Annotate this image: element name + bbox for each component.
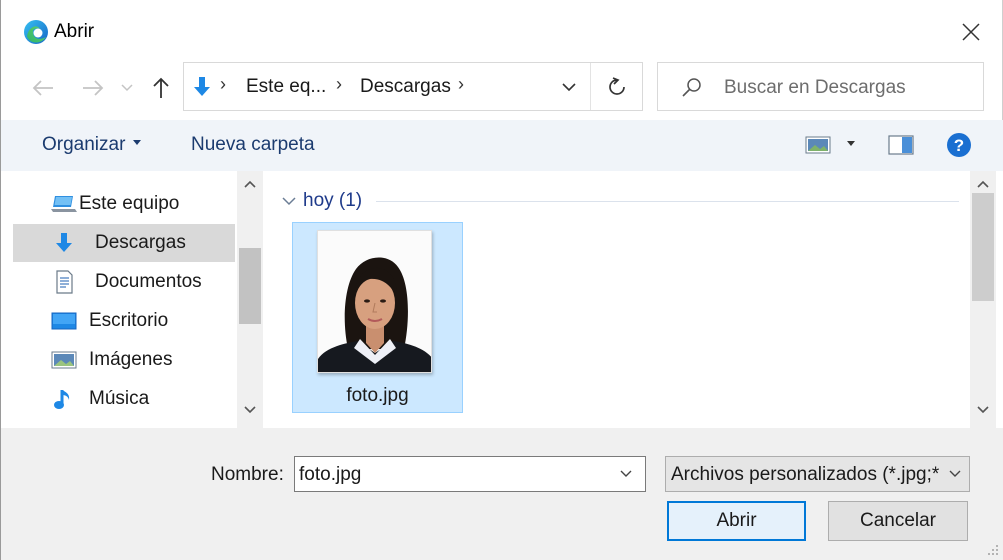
scroll-up-button[interactable] <box>975 177 991 191</box>
change-view-button[interactable] <box>805 132 859 158</box>
back-button[interactable] <box>27 74 59 102</box>
organize-label: Organizar <box>42 134 126 155</box>
document-icon <box>51 269 77 295</box>
file-list-scrollbar[interactable] <box>970 171 996 428</box>
caret-down-icon <box>847 140 855 146</box>
view-thumbnail-icon <box>805 136 831 154</box>
dialog-footer: Nombre: Archivos personalizados (*.jpg;*… <box>1 428 1003 560</box>
group-divider <box>376 200 959 202</box>
resize-grip-icon[interactable] <box>985 542 999 556</box>
breadcrumb-separator: › <box>220 74 226 94</box>
scroll-down-button[interactable] <box>242 403 258 417</box>
help-icon[interactable]: ? <box>945 131 973 159</box>
file-name-label: Nombre: <box>211 464 284 485</box>
search-icon <box>682 78 701 97</box>
open-button[interactable]: Abrir <box>667 501 806 541</box>
sidebar-item-documentos[interactable]: Documentos <box>13 263 235 301</box>
help-glyph: ? <box>954 136 964 155</box>
sidebar-item-escritorio[interactable]: Escritorio <box>13 302 235 340</box>
chevron-down-icon <box>620 470 632 477</box>
chevron-up-icon <box>244 180 256 188</box>
photo-thumbnail <box>317 230 432 373</box>
breadcrumb-separator: › <box>336 74 342 94</box>
file-type-value: Archivos personalizados (*.jpg;* <box>671 464 940 485</box>
download-arrow-icon <box>194 77 210 96</box>
organize-menu-button[interactable]: Organizar <box>42 134 142 156</box>
close-icon <box>962 23 980 41</box>
group-label: hoy (1) <box>303 190 363 211</box>
chevron-down-icon <box>121 84 133 92</box>
portrait-photo-icon <box>318 231 431 372</box>
up-button[interactable] <box>145 72 177 104</box>
address-divider <box>590 63 591 110</box>
computer-icon <box>51 191 77 217</box>
open-file-dialog: Abrir › Este eq... › Descargas › Buscar … <box>0 0 1003 560</box>
command-toolbar: Organizar Nueva carpeta ? <box>1 120 1003 171</box>
file-type-select[interactable]: Archivos personalizados (*.jpg;* <box>665 456 970 492</box>
group-header[interactable]: hoy (1) <box>279 189 959 213</box>
search-placeholder: Buscar en Descargas <box>724 77 906 98</box>
breadcrumb-descargas[interactable]: Descargas <box>360 76 451 98</box>
breadcrumb-este-equipo[interactable]: Este eq... <box>246 76 326 98</box>
pictures-icon <box>51 347 77 373</box>
file-item-foto[interactable]: foto.jpg <box>292 222 463 413</box>
file-name-combobox[interactable] <box>294 456 646 492</box>
chevron-down-icon <box>562 82 576 91</box>
navigation-scrollbar[interactable] <box>237 171 263 428</box>
sidebar-item-imagenes[interactable]: Imágenes <box>13 341 235 379</box>
file-name-input[interactable] <box>299 462 599 488</box>
arrow-left-icon <box>32 80 53 96</box>
scrollbar-thumb[interactable] <box>239 248 261 324</box>
recent-locations-button[interactable] <box>117 76 137 100</box>
dialog-title: Abrir <box>54 21 95 42</box>
file-name-dropdown-button[interactable] <box>617 466 635 482</box>
sidebar-item-label: Imágenes <box>89 349 173 370</box>
chevron-down-icon <box>977 406 989 414</box>
file-list-pane: hoy (1) foto.jpg <box>263 171 1003 428</box>
title-bar: Abrir <box>1 0 1003 60</box>
address-bar[interactable]: › Este eq... › Descargas › <box>183 62 643 111</box>
navigation-pane: Este equipo Descargas Documentos Escrito… <box>1 171 263 428</box>
sidebar-item-label: Descargas <box>95 232 186 253</box>
breadcrumb-separator: › <box>458 74 464 94</box>
scroll-up-button[interactable] <box>242 177 258 191</box>
file-name: foto.jpg <box>346 385 409 406</box>
desktop-icon <box>51 308 77 334</box>
arrow-up-icon <box>153 77 169 98</box>
search-box[interactable]: Buscar en Descargas <box>657 62 984 111</box>
scrollbar-thumb[interactable] <box>972 193 994 301</box>
forward-button[interactable] <box>77 74 109 102</box>
new-folder-button[interactable]: Nueva carpeta <box>191 134 315 156</box>
sidebar-item-musica[interactable]: Música <box>13 380 235 418</box>
scroll-down-button[interactable] <box>975 403 991 417</box>
chevron-down-icon <box>949 470 961 477</box>
music-note-icon <box>51 386 77 412</box>
preview-pane-button[interactable] <box>887 132 915 158</box>
chevron-down-icon <box>279 191 299 211</box>
download-arrow-icon <box>51 230 77 256</box>
sidebar-item-label: Este equipo <box>79 193 180 214</box>
sidebar-item-label: Música <box>89 388 150 409</box>
refresh-button[interactable] <box>600 73 634 101</box>
file-type-dropdown-button[interactable] <box>946 466 964 482</box>
close-button[interactable] <box>951 14 991 50</box>
arrow-right-icon <box>83 80 104 96</box>
sidebar-item-este-equipo[interactable]: Este equipo <box>51 185 235 223</box>
chevron-up-icon <box>977 180 989 188</box>
sidebar-item-descargas[interactable]: Descargas <box>13 224 235 262</box>
refresh-icon <box>609 77 625 95</box>
cancel-button[interactable]: Cancelar <box>828 501 968 541</box>
preview-pane-icon <box>888 135 914 155</box>
sidebar-item-label: Escritorio <box>89 310 169 331</box>
edge-browser-icon <box>24 20 48 44</box>
caret-down-icon <box>133 140 142 146</box>
address-history-dropdown[interactable] <box>554 75 584 99</box>
sidebar-item-label: Documentos <box>95 271 202 292</box>
chevron-down-icon <box>244 406 256 414</box>
